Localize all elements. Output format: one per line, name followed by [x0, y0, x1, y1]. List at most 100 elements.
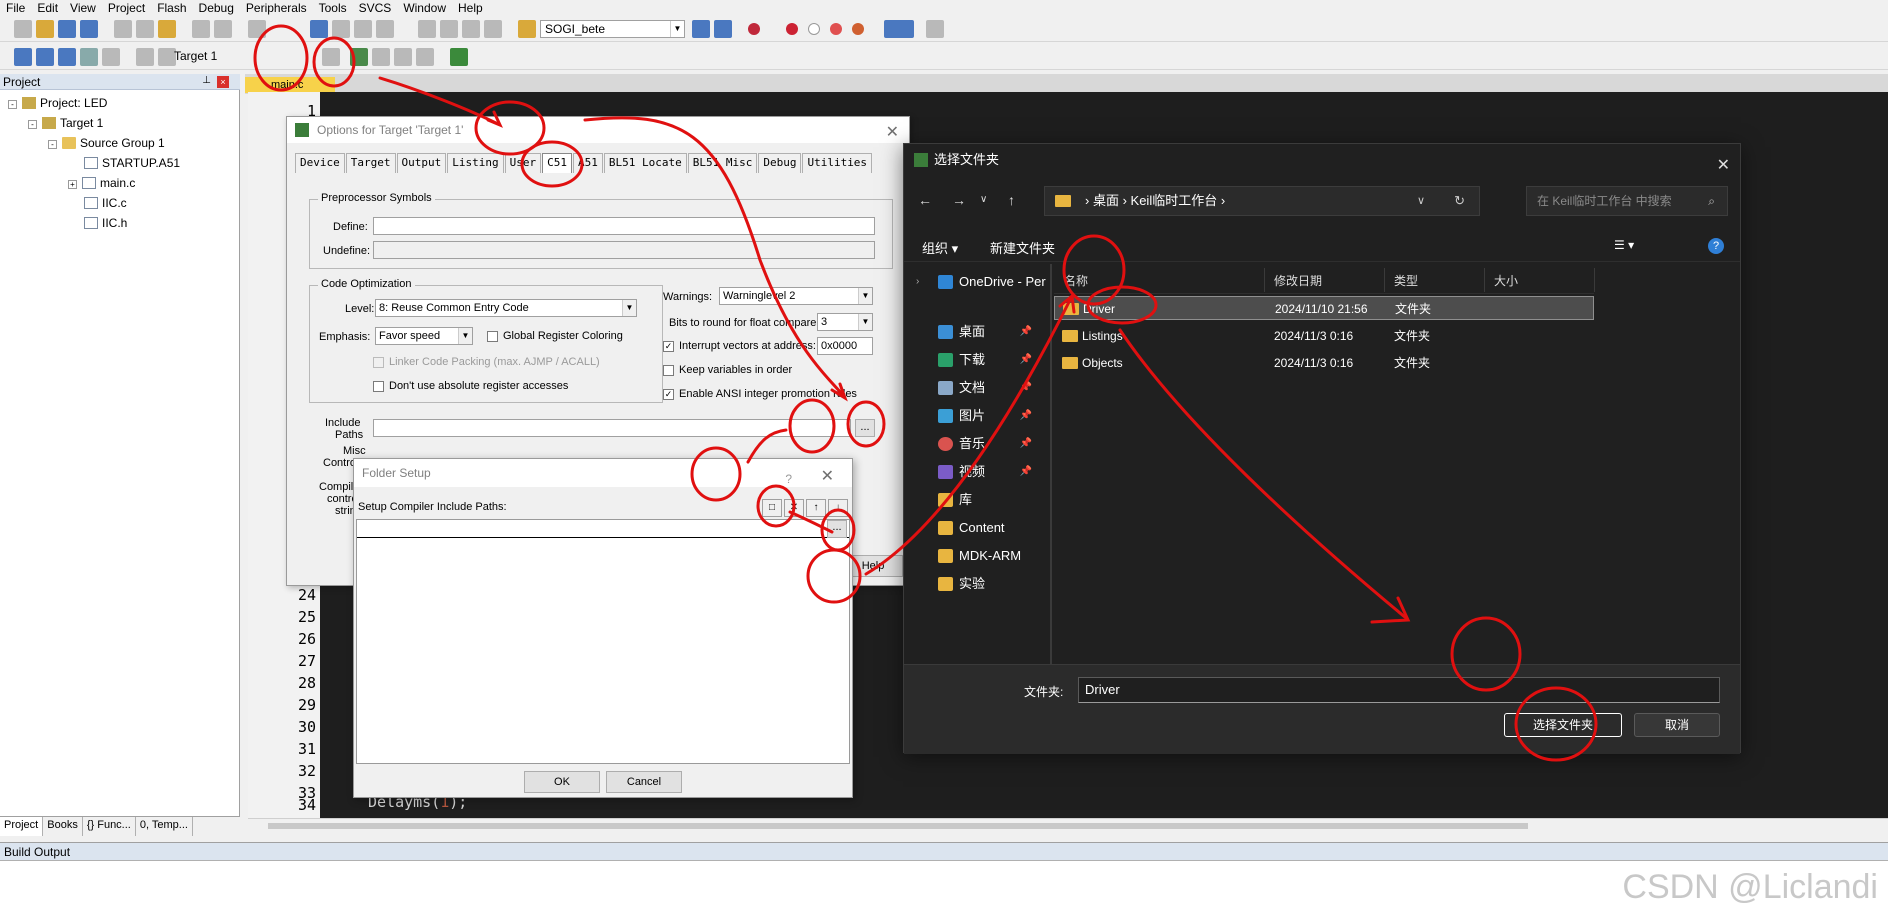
tab-templates[interactable]: 0, Temp... [136, 817, 193, 836]
project-combo[interactable]: SOGI_bete ▼ [540, 20, 685, 38]
find-in-files-icon[interactable] [518, 20, 536, 38]
manage-components-icon[interactable] [394, 48, 412, 66]
column-type[interactable]: 类型 [1394, 272, 1418, 289]
include-paths-field[interactable] [373, 419, 851, 437]
ok-button[interactable]: OK [524, 771, 600, 793]
redo-icon[interactable] [214, 20, 232, 38]
disable-breakpoint-icon[interactable] [808, 23, 820, 35]
tree-item-source-group[interactable]: - Source Group 1 [48, 134, 165, 152]
interrupt-vectors-checkbox[interactable]: ✓ [663, 341, 674, 352]
scrollbar-thumb[interactable] [268, 823, 1528, 829]
column-name[interactable]: 名称 [1064, 272, 1088, 289]
save-all-icon[interactable] [80, 20, 98, 38]
next-bookmark-icon[interactable] [354, 20, 372, 38]
help-icon[interactable]: ? [1708, 238, 1724, 254]
address-bar[interactable]: › 桌面 › Keil临时工作台 › ∨ ↻ [1044, 186, 1480, 216]
kill-breakpoints-icon[interactable] [830, 23, 842, 35]
menu-help[interactable]: Help [452, 0, 489, 16]
comment-icon[interactable] [462, 20, 480, 38]
path-browse-button[interactable]: ... [827, 520, 847, 538]
breadcrumb-keil[interactable]: Keil临时工作台 [1131, 193, 1218, 208]
nav-item-content[interactable]: Content [904, 514, 1052, 542]
unindent-icon[interactable] [440, 20, 458, 38]
close-icon[interactable]: ✕ [821, 463, 834, 491]
debug-icon[interactable] [748, 23, 760, 35]
find-icon[interactable] [692, 20, 710, 38]
nav-item-experiment[interactable]: 实验 [904, 570, 1052, 598]
tab-user[interactable]: User [504, 153, 542, 173]
keep-variables-checkbox[interactable] [663, 365, 674, 376]
dont-use-abs-checkbox[interactable] [373, 381, 384, 392]
forward-icon[interactable]: → [952, 192, 966, 208]
column-divider[interactable] [1594, 268, 1595, 292]
help-icon[interactable]: ? [785, 465, 792, 493]
tab-books[interactable]: Books [43, 817, 83, 836]
nav-item-documents[interactable]: 文档 📌 [904, 374, 1052, 402]
new-file-icon[interactable] [14, 20, 32, 38]
cut-icon[interactable] [114, 20, 132, 38]
new-folder-button[interactable]: 新建文件夹 [990, 238, 1055, 257]
menu-window[interactable]: Window [397, 0, 452, 16]
tab-bl51-locate[interactable]: BL51 Locate [603, 153, 687, 173]
column-divider[interactable] [1264, 268, 1265, 292]
configure-icon[interactable] [926, 20, 944, 38]
move-up-icon[interactable]: ↑ [806, 499, 826, 517]
window-layout-icon[interactable] [884, 20, 914, 38]
tree-item-target[interactable]: - Target 1 [28, 114, 103, 132]
tree-item-iic-c[interactable]: IIC.c [84, 194, 127, 212]
view-options-icon[interactable]: ☰ ▾ [1614, 238, 1634, 252]
breakpoint-icon[interactable] [786, 23, 798, 35]
bits-select[interactable]: 3 ▼ [817, 313, 873, 331]
emphasis-select[interactable]: Favor speed ▼ [375, 327, 473, 345]
tab-main-c[interactable]: main.c [245, 77, 335, 93]
include-paths-browse-button[interactable]: ... [855, 419, 875, 437]
tab-bl51-misc[interactable]: BL51 Misc [687, 153, 758, 173]
tab-functions[interactable]: {} Func... [83, 817, 136, 836]
tab-listing[interactable]: Listing [447, 153, 504, 173]
search-input[interactable]: 在 Keil临时工作台 中搜索 ⌕ [1526, 186, 1728, 216]
collapse-icon[interactable]: - [48, 140, 57, 149]
collapse-icon[interactable]: - [28, 120, 37, 129]
nav-item-onedrive[interactable]: › OneDrive - Per [904, 268, 1052, 296]
interrupt-address-field[interactable]: 0x0000 [817, 337, 873, 355]
cancel-button[interactable]: 取消 [1634, 713, 1720, 737]
open-file-icon[interactable] [36, 20, 54, 38]
tree-item-project[interactable]: - Project: LED [8, 94, 107, 112]
menu-file[interactable]: File [0, 0, 31, 16]
warnings-select[interactable]: Warninglevel 2 ▼ [719, 287, 873, 305]
nav-item-desktop[interactable]: 桌面 📌 [904, 318, 1052, 346]
batch-build-icon[interactable] [80, 48, 98, 66]
menu-peripherals[interactable]: Peripherals [240, 0, 313, 16]
folder-name-field[interactable]: Driver [1078, 677, 1720, 703]
menu-debug[interactable]: Debug [193, 0, 240, 16]
path-edit-row[interactable] [357, 520, 849, 538]
clear-bookmarks-icon[interactable] [376, 20, 394, 38]
menu-flash[interactable]: Flash [151, 0, 192, 16]
chevron-down-icon[interactable]: ∨ [1417, 187, 1425, 215]
nav-item-videos[interactable]: 视频 📌 [904, 458, 1052, 486]
translate-icon[interactable] [14, 48, 32, 66]
indent-icon[interactable] [418, 20, 436, 38]
tab-utilities[interactable]: Utilities [802, 153, 873, 173]
expand-icon[interactable]: + [68, 180, 77, 189]
download-icon[interactable] [136, 48, 154, 66]
menu-view[interactable]: View [64, 0, 102, 16]
include-paths-list[interactable]: ... [356, 519, 850, 764]
close-icon[interactable]: ✕ [1717, 150, 1730, 182]
organize-button[interactable]: 组织 ▾ [922, 238, 958, 257]
delete-path-icon[interactable]: ✕ [784, 499, 804, 517]
select-packs-icon[interactable] [372, 48, 390, 66]
paste-icon[interactable] [158, 20, 176, 38]
nav-item-library[interactable]: 库 [904, 486, 1052, 514]
tab-a51[interactable]: A51 [572, 153, 603, 173]
define-field[interactable] [373, 217, 875, 235]
nav-item-mdk-arm[interactable]: MDK-ARM [904, 542, 1052, 570]
uncomment-icon[interactable] [484, 20, 502, 38]
recent-locations-icon[interactable]: ∨ [980, 194, 987, 205]
tab-debug[interactable]: Debug [758, 153, 802, 173]
move-down-icon[interactable]: ↓ [828, 499, 848, 517]
save-icon[interactable] [58, 20, 76, 38]
collapse-icon[interactable]: - [8, 100, 17, 109]
enable-ansi-checkbox[interactable]: ✓ [663, 389, 674, 400]
menu-edit[interactable]: Edit [31, 0, 64, 16]
